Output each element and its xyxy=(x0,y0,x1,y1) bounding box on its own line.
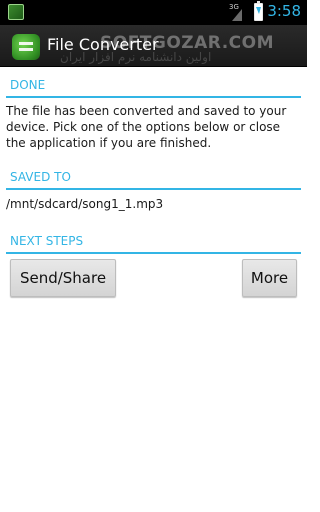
section-header-done-label: DONE xyxy=(10,78,46,92)
section-header-done: DONE xyxy=(6,76,301,98)
status-bar: 3G 3:58 xyxy=(0,0,307,25)
status-clock: 3:58 xyxy=(267,2,301,20)
app-icon[interactable] xyxy=(12,34,40,60)
section-header-saved-to-label: SAVED TO xyxy=(10,170,71,184)
section-header-next-steps: NEXT STEPS xyxy=(6,232,301,254)
battery-charging-icon xyxy=(254,1,263,21)
done-message: The file has been converted and saved to… xyxy=(6,104,287,150)
saved-file-path: /mnt/sdcard/song1_1.mp3 xyxy=(6,197,164,211)
watermark-subtitle: اولین دانشنامه نرم افزار ایران xyxy=(60,50,212,64)
send-share-button[interactable]: Send/Share xyxy=(10,259,116,297)
section-header-saved-to: SAVED TO xyxy=(6,168,301,190)
section-header-next-steps-label: NEXT STEPS xyxy=(10,234,84,248)
more-button[interactable]: More xyxy=(242,259,297,297)
signal-icon: 3G xyxy=(229,3,243,21)
notification-icon xyxy=(8,4,24,20)
